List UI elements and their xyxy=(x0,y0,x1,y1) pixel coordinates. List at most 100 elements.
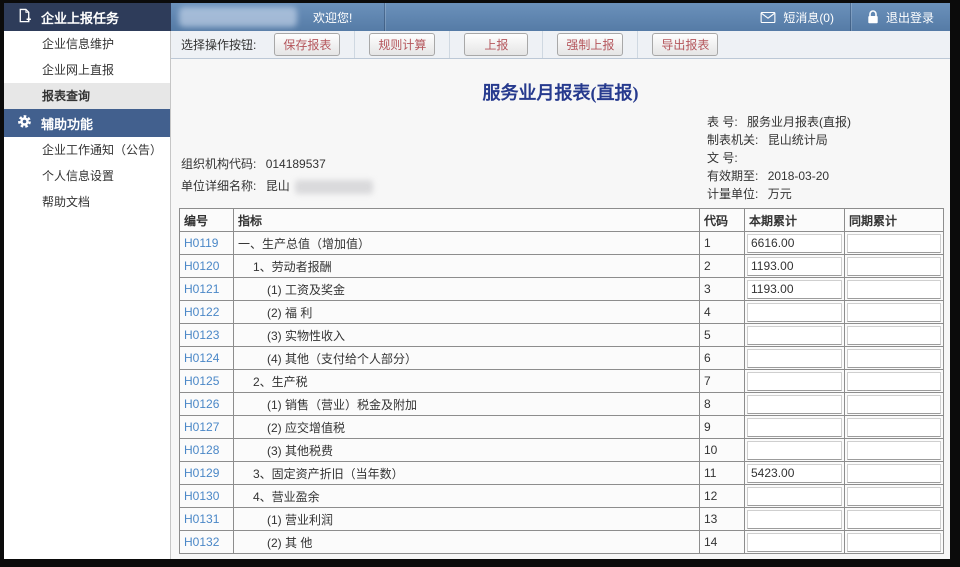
current-period-input[interactable] xyxy=(747,395,842,414)
indicator-name: (3) 其他税费 xyxy=(234,439,700,462)
indicator-code-link[interactable]: H0124 xyxy=(184,351,219,365)
table-row: H0131 (1) 营业利润 13 xyxy=(180,508,944,531)
indicator-code-link[interactable]: H0126 xyxy=(184,397,219,411)
prior-period-input[interactable] xyxy=(847,418,941,437)
app-window: 企业上报任务 欢迎您! 短消息(0) 退出登录 xyxy=(4,3,950,559)
current-period-input[interactable] xyxy=(747,487,842,506)
prior-period-input[interactable] xyxy=(847,395,941,414)
current-period-input[interactable] xyxy=(747,441,842,460)
row-code: 12 xyxy=(700,485,745,508)
messages-button[interactable]: 短消息(0) xyxy=(744,3,850,31)
col-header-code: 代码 xyxy=(700,209,745,232)
unit-name-line: 单位详细名称: 昆山 xyxy=(181,175,373,197)
export-report-button[interactable]: 导出报表 xyxy=(652,33,718,56)
col-header-current: 本期累计 xyxy=(745,209,845,232)
table-row: H0127 (2) 应交增值税 9 xyxy=(180,416,944,439)
indicator-code-link[interactable]: H0131 xyxy=(184,512,219,526)
row-code: 3 xyxy=(700,278,745,301)
org-code-line: 组织机构代码: 014189537 xyxy=(181,153,373,175)
prior-period-input[interactable] xyxy=(847,257,941,276)
force-submit-button[interactable]: 强制上报 xyxy=(557,33,623,56)
sidebar-item-enterprise-info[interactable]: 企业信息维护 xyxy=(4,31,170,57)
table-row: H0125 2、生产税 7 xyxy=(180,370,944,393)
indicator-code-link[interactable]: H0128 xyxy=(184,443,219,457)
col-header-prior: 同期累计 xyxy=(845,209,944,232)
sidebar-section-enterprise-tasks[interactable]: 企业上报任务 xyxy=(4,3,171,31)
prior-period-input[interactable] xyxy=(847,441,941,460)
save-report-button[interactable]: 保存报表 xyxy=(274,33,340,56)
table-row: H0123 (3) 实物性收入 5 xyxy=(180,324,944,347)
sidebar-item-work-notice[interactable]: 企业工作通知（公告） xyxy=(4,137,170,163)
prior-period-input[interactable] xyxy=(847,464,941,483)
current-period-input[interactable] xyxy=(747,372,842,391)
current-period-input[interactable] xyxy=(747,349,842,368)
row-code: 4 xyxy=(700,301,745,324)
prior-period-input[interactable] xyxy=(847,487,941,506)
report-meta: 组织机构代码: 014189537 单位详细名称: 昆山 表 号: 服务业月报表… xyxy=(171,100,950,208)
sidebar-item-online-report[interactable]: 企业网上直报 xyxy=(4,57,170,83)
prior-period-input[interactable] xyxy=(847,326,941,345)
messages-label: 短消息(0) xyxy=(783,9,834,26)
prior-period-input[interactable] xyxy=(847,303,941,322)
form-number-value: 服务业月报表(直报) xyxy=(747,115,851,129)
row-code: 9 xyxy=(700,416,745,439)
prior-period-input[interactable] xyxy=(847,533,941,552)
sidebar-section-aux-functions[interactable]: 辅助功能 xyxy=(4,109,170,137)
row-code: 14 xyxy=(700,531,745,554)
sidebar-item-personal-settings[interactable]: 个人信息设置 xyxy=(4,163,170,189)
prior-period-input[interactable] xyxy=(847,280,941,299)
current-period-input[interactable] xyxy=(747,280,842,299)
sidebar-item-report-query[interactable]: 报表查询 xyxy=(4,83,170,109)
current-period-input[interactable] xyxy=(747,418,842,437)
topbar-divider xyxy=(384,3,385,31)
row-code: 8 xyxy=(700,393,745,416)
prior-period-input[interactable] xyxy=(847,372,941,391)
table-row: H0122 (2) 福 利 4 xyxy=(180,301,944,324)
indicator-name: (2) 应交增值税 xyxy=(234,416,700,439)
valid-until-value: 2018-03-20 xyxy=(768,169,829,183)
issuing-agency-value: 昆山统计局 xyxy=(768,133,828,147)
indicator-code-link[interactable]: H0123 xyxy=(184,328,219,342)
page-title: 服务业月报表(直报) xyxy=(171,79,950,100)
current-period-input[interactable] xyxy=(747,234,842,253)
indicator-code-link[interactable]: H0122 xyxy=(184,305,219,319)
prior-period-input[interactable] xyxy=(847,510,941,529)
prior-period-input[interactable] xyxy=(847,234,941,253)
table-row: H0119 一、生产总值（增加值） 1 xyxy=(180,232,944,255)
table-row: H0121 (1) 工资及奖金 3 xyxy=(180,278,944,301)
indicator-name: 4、营业盈余 xyxy=(234,485,700,508)
doc-number-label: 文 号: xyxy=(707,151,738,165)
main-area: 选择操作按钮: 保存报表 规则计算 上报 强制上报 导出报表 服务业月报表(直报… xyxy=(171,31,950,559)
indicator-code-link[interactable]: H0129 xyxy=(184,466,219,480)
sidebar-item-help-docs[interactable]: 帮助文档 xyxy=(4,189,170,215)
indicator-name: (3) 实物性收入 xyxy=(234,324,700,347)
toolbar-label: 选择操作按钮: xyxy=(171,36,260,53)
indicator-code-link[interactable]: H0125 xyxy=(184,374,219,388)
sidebar-section-title: 辅助功能 xyxy=(41,114,93,133)
logout-button[interactable]: 退出登录 xyxy=(851,3,950,31)
current-period-input[interactable] xyxy=(747,510,842,529)
screenshot-frame: 企业上报任务 欢迎您! 短消息(0) 退出登录 xyxy=(0,0,960,567)
table-header-row: 编号 指标 代码 本期累计 同期累计 xyxy=(180,209,944,232)
row-code: 10 xyxy=(700,439,745,462)
indicator-code-link[interactable]: H0121 xyxy=(184,282,219,296)
current-period-input[interactable] xyxy=(747,326,842,345)
submit-button[interactable]: 上报 xyxy=(464,33,528,56)
row-code: 1 xyxy=(700,232,745,255)
issuing-agency-label: 制表机关: xyxy=(707,133,758,147)
current-period-input[interactable] xyxy=(747,464,842,483)
unit-of-measure-line: 计量单位: 万元 xyxy=(707,185,851,203)
current-period-input[interactable] xyxy=(747,303,842,322)
current-period-input[interactable] xyxy=(747,257,842,276)
prior-period-input[interactable] xyxy=(847,349,941,368)
rule-calc-button[interactable]: 规则计算 xyxy=(369,33,435,56)
table-row: H0132 (2) 其 他 14 xyxy=(180,531,944,554)
toolbar-divider xyxy=(637,31,638,58)
indicator-code-link[interactable]: H0127 xyxy=(184,420,219,434)
current-period-input[interactable] xyxy=(747,533,842,552)
indicator-code-link[interactable]: H0130 xyxy=(184,489,219,503)
indicator-code-link[interactable]: H0132 xyxy=(184,535,219,549)
indicator-code-link[interactable]: H0120 xyxy=(184,259,219,273)
indicator-code-link[interactable]: H0119 xyxy=(184,236,218,250)
indicator-name: 3、固定资产折旧（当年数） xyxy=(234,462,700,485)
